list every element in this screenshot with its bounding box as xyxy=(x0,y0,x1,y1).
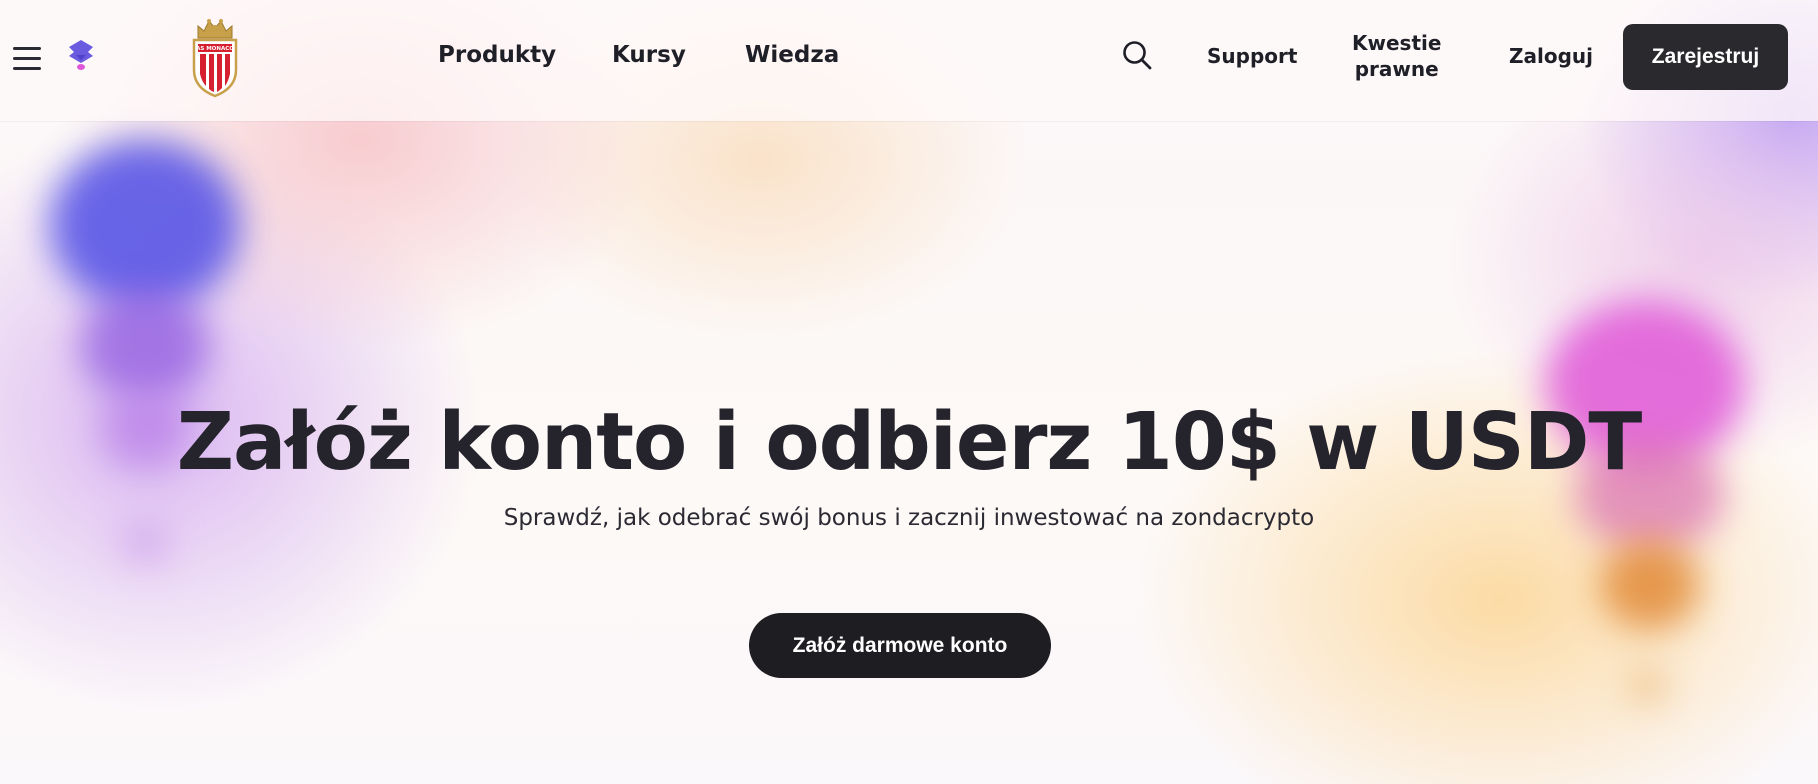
decor-blob-purple-medium xyxy=(80,290,210,400)
login-link[interactable]: Zaloguj xyxy=(1509,44,1593,68)
support-link[interactable]: Support xyxy=(1207,44,1297,68)
register-button[interactable]: Zarejestruj xyxy=(1623,24,1788,90)
hero-subtitle: Sprawdź, jak odebrać swój bonus i zaczni… xyxy=(503,505,1315,531)
decor-blob-orange-small xyxy=(1600,540,1700,630)
search-icon[interactable] xyxy=(1122,40,1152,70)
decor-blob-purple-large xyxy=(50,140,240,310)
top-navbar: AS MONACO Produkty Kursy Wiedza Support … xyxy=(0,0,1818,121)
as-monaco-logo[interactable]: AS MONACO xyxy=(190,16,240,98)
zondacrypto-logo-icon[interactable] xyxy=(66,38,96,72)
create-free-account-button[interactable]: Załóż darmowe konto xyxy=(749,613,1051,678)
nav-wiedza[interactable]: Wiedza xyxy=(745,42,839,68)
page: AS MONACO Produkty Kursy Wiedza Support … xyxy=(0,0,1818,784)
decor-blob-orange-tiny xyxy=(1630,670,1666,702)
svg-text:AS MONACO: AS MONACO xyxy=(196,46,234,52)
legal-link-line2: prawne xyxy=(1354,57,1439,81)
hamburger-icon[interactable] xyxy=(13,47,41,71)
legal-link[interactable]: Kwestie prawne xyxy=(1352,30,1441,82)
nav-produkty[interactable]: Produkty xyxy=(438,42,556,68)
hero-title: Załóż konto i odbierz 10$ w USDT xyxy=(176,396,1643,488)
nav-kursy[interactable]: Kursy xyxy=(612,42,686,68)
legal-link-line1: Kwestie xyxy=(1352,31,1442,55)
